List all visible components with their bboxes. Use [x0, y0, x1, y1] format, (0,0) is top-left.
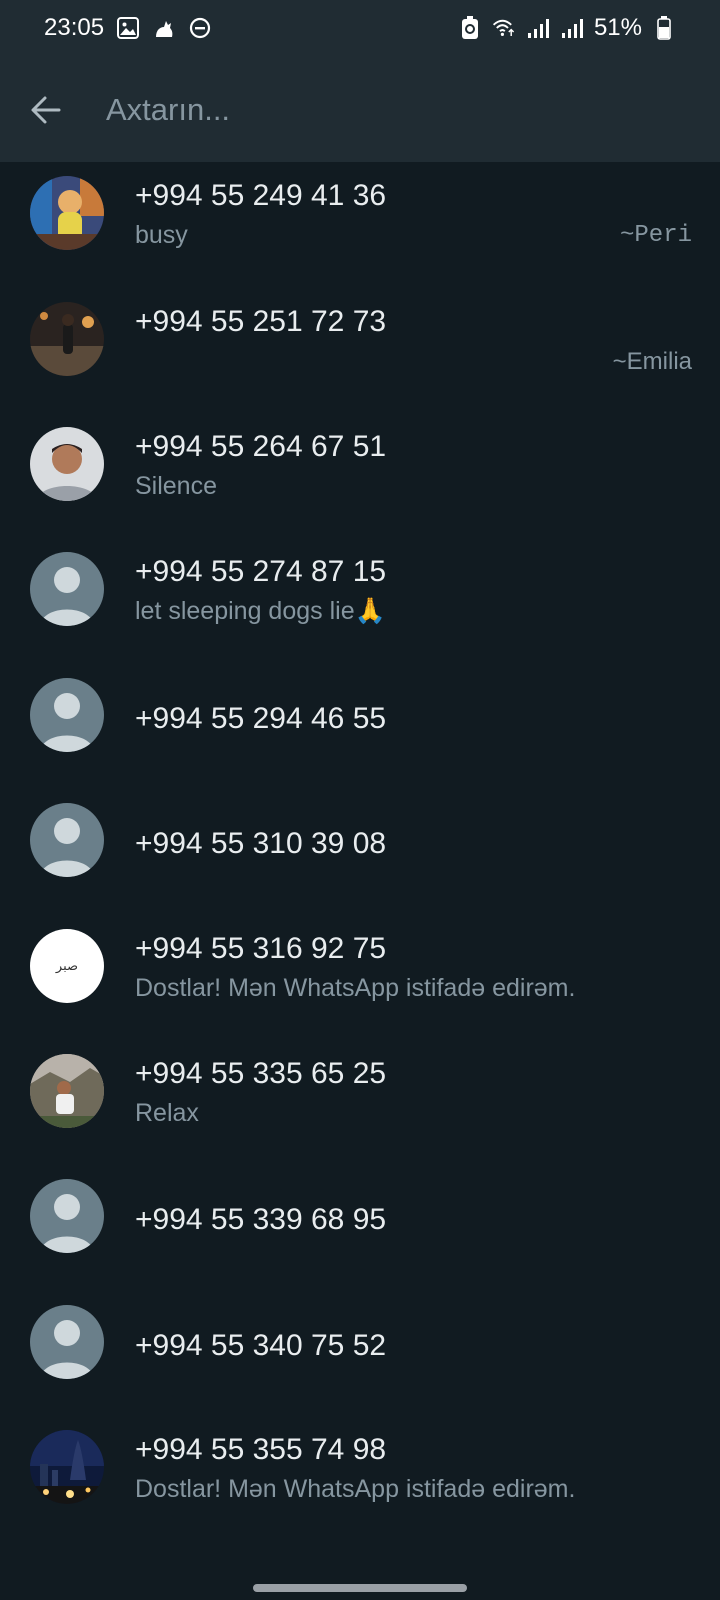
avatar[interactable]: [30, 427, 104, 501]
contact-number: +994 55 274 87 15: [135, 555, 387, 588]
contact-status: let sleeping dogs lie🙏: [135, 597, 386, 625]
avatar[interactable]: [30, 302, 104, 376]
contact-row[interactable]: +994 55 294 46 55: [0, 664, 720, 790]
contact-number: +994 55 294 46 55: [135, 702, 387, 735]
contact-number: +994 55 335 65 25: [135, 1057, 387, 1090]
avatar[interactable]: [30, 1430, 104, 1504]
do-not-disturb-icon: [188, 16, 212, 40]
contact-number: +994 55 355 74 98: [135, 1433, 387, 1466]
contact-row[interactable]: +994 55 335 65 25 Relax: [0, 1040, 720, 1166]
contact-number: +994 55 339 68 95: [135, 1203, 387, 1236]
contact-row[interactable]: +994 55 355 74 98 Dostlar! Mən WhatsApp i…: [0, 1416, 720, 1542]
clock: 23:05: [44, 14, 105, 41]
battery-percent: 51%: [593, 14, 642, 41]
contact-number: +994 55 251 72 73: [135, 305, 387, 338]
status-bar: 23:05 51%: [0, 0, 720, 56]
contact-row[interactable]: +994 55 339 68 95: [0, 1165, 720, 1291]
signal-icon: [526, 16, 550, 40]
contact-row[interactable]: +994 55 251 72 73 ~Emilia: [0, 288, 720, 414]
avatar[interactable]: [30, 803, 104, 877]
contact-row[interactable]: صبر +994 55 316 92 75 Dostlar! Mən WhatsAp…: [0, 915, 720, 1041]
contact-number: +994 55 264 67 51: [135, 430, 387, 463]
contact-pushname: ~Peri: [619, 222, 692, 249]
signal-icon-2: [560, 16, 584, 40]
avatar[interactable]: [30, 1305, 104, 1379]
status-bar-left: 23:05: [44, 14, 212, 42]
contact-status: Silence: [135, 472, 217, 500]
contact-row[interactable]: +994 55 249 41 36 busy ~Peri: [0, 162, 720, 288]
contact-row[interactable]: +994 55 264 67 51 Silence: [0, 413, 720, 539]
contact-row[interactable]: +994 55 310 39 08: [0, 789, 720, 915]
contact-status: Relax: [135, 1099, 199, 1127]
avatar-text: صبر: [55, 958, 79, 974]
contact-number: +994 55 340 75 52: [135, 1329, 387, 1362]
avatar[interactable]: [30, 176, 104, 250]
arrow-left-icon: [31, 96, 61, 124]
navigation-bar: [0, 1540, 720, 1600]
avatar[interactable]: [30, 1179, 104, 1253]
contact-number: +994 55 310 39 08: [135, 827, 387, 860]
cat-icon: [152, 16, 176, 40]
image-icon: [116, 16, 140, 40]
home-gesture-handle[interactable]: [253, 1584, 467, 1592]
back-button[interactable]: [26, 90, 66, 130]
search-input[interactable]: [104, 86, 688, 134]
search-bar: [0, 56, 720, 162]
avatar[interactable]: صبر: [30, 929, 104, 1003]
contact-status: Dostlar! Mən WhatsApp istifadə edirəm.: [135, 974, 576, 1002]
avatar[interactable]: [30, 1054, 104, 1128]
contact-status: busy: [135, 221, 188, 249]
battery-icon: [652, 16, 676, 40]
battery-saver-icon: [458, 16, 482, 40]
contact-number: +994 55 249 41 36: [135, 179, 387, 212]
avatar[interactable]: [30, 552, 104, 626]
contact-status: Dostlar! Mən WhatsApp istifadə edirəm.: [135, 1475, 576, 1503]
wifi-icon: [492, 16, 516, 40]
contact-row[interactable]: +994 55 274 87 15 let sleeping dogs lie🙏: [0, 538, 720, 664]
avatar[interactable]: [30, 678, 104, 752]
status-bar-right: 51%: [458, 14, 676, 42]
contact-pushname: ~Emilia: [612, 348, 692, 375]
contact-number: +994 55 316 92 75: [135, 932, 387, 965]
contact-row[interactable]: +994 55 340 75 52: [0, 1291, 720, 1417]
